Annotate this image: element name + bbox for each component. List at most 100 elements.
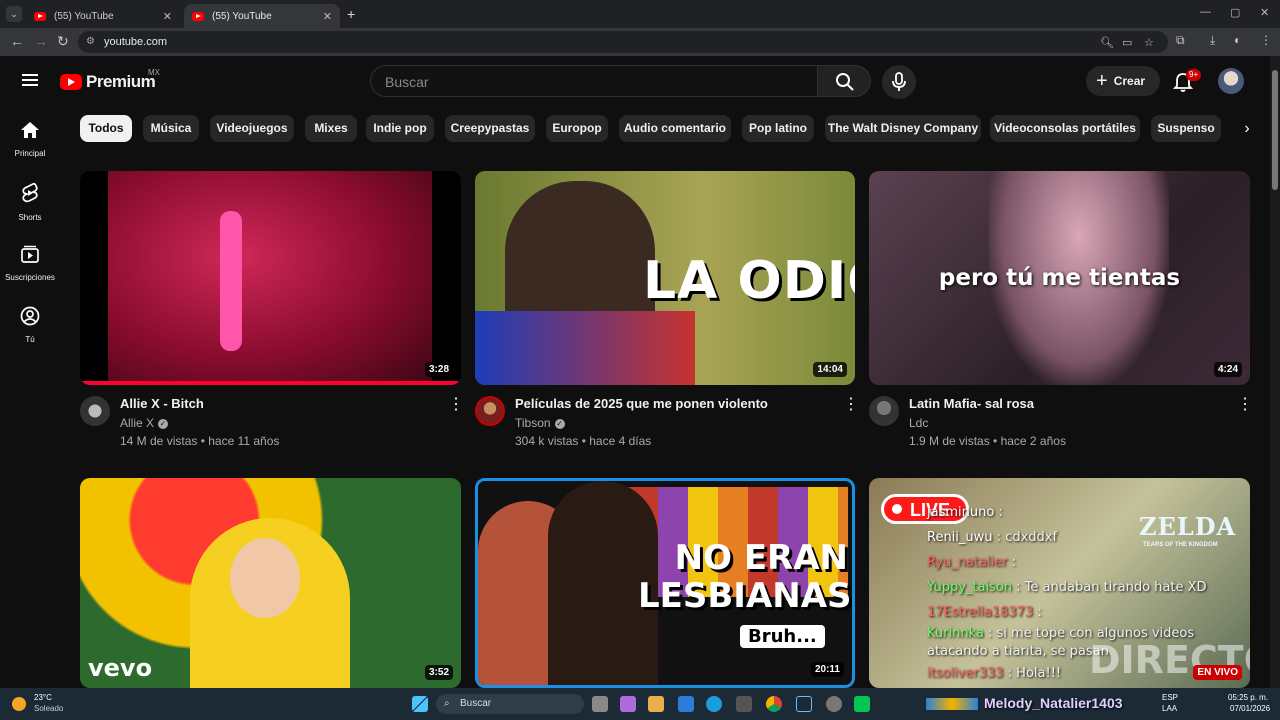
chat-user: Kurinnka [927, 626, 984, 641]
thumbnail-text: NO ERAN LESBIANAS [638, 538, 852, 616]
keyboard-layout[interactable]: LAA [1162, 704, 1177, 713]
menu-icon[interactable]: ⋮ [1260, 33, 1272, 47]
youtube-premium-logo[interactable]: Premium MX [60, 68, 160, 92]
url-text: youtube.com [104, 36, 167, 48]
taskbar-search-label: Buscar [460, 698, 492, 709]
xbox-icon[interactable] [736, 696, 752, 712]
channel-avatar[interactable] [869, 396, 899, 426]
windows-start-icon[interactable] [412, 696, 428, 712]
chip-suspenso[interactable]: Suspenso [1151, 115, 1221, 142]
windows-taskbar: 23°C Soleado ⌕ Buscar Melody_Natalier140… [0, 688, 1280, 720]
edge-icon[interactable] [706, 696, 722, 712]
forward-icon[interactable]: → [34, 33, 48, 49]
scrollbar-thumb[interactable] [1272, 70, 1278, 190]
rail-item-subscriptions[interactable]: Suscripciones [0, 244, 60, 282]
search-icon [836, 73, 854, 91]
address-bar[interactable]: ⚙ youtube.com 🔍︎ ▭ ☆ [78, 31, 1168, 53]
channel-name[interactable]: Tibson ✓ [515, 416, 565, 430]
taskbar-search[interactable]: ⌕ Buscar [436, 694, 584, 714]
create-button[interactable]: + Crear [1086, 66, 1160, 96]
task-view-icon[interactable] [592, 696, 608, 712]
verified-icon: ✓ [554, 418, 565, 429]
video-thumbnail-3[interactable]: pero tú me tientas 4:24 [869, 171, 1250, 385]
video-thumbnail-2[interactable]: LA ODIO 14:04 [475, 171, 855, 385]
chrome-icon[interactable] [766, 696, 782, 712]
download-icon[interactable]: ⤓ [1210, 33, 1215, 48]
chip-indie-pop[interactable]: Indie pop [366, 115, 434, 142]
chip-europop[interactable]: Europop [546, 115, 608, 142]
chip-mixes[interactable]: Mixes [305, 115, 357, 142]
reload-icon[interactable]: ↻ [57, 33, 69, 50]
cast-icon[interactable]: ▭ [1122, 36, 1132, 49]
rail-item-you[interactable]: Tú [0, 306, 60, 344]
chip-todos[interactable]: Todos [80, 115, 132, 142]
search-button[interactable] [817, 65, 871, 97]
chat-message: cdxddxf [1005, 530, 1058, 545]
browser-tab-2[interactable]: (55) YouTube ✕ [184, 4, 340, 28]
chip-walt-disney[interactable]: The Walt Disney Company [825, 115, 981, 142]
chevron-right-icon[interactable]: › [1234, 115, 1260, 142]
voice-search-button[interactable] [882, 65, 916, 99]
channel-name[interactable]: Allie X ✓ [120, 416, 169, 430]
thumbnail-face [230, 538, 300, 618]
obs-icon[interactable] [826, 696, 842, 712]
video-thumbnail-6[interactable]: ZELDA TEARS OF THE KINGDOM LIVE jasminun… [869, 478, 1250, 688]
thumbnail-subtext: Bruh... [740, 625, 825, 648]
account-avatar[interactable] [1218, 68, 1244, 94]
chip-videojuegos[interactable]: Videojuegos [210, 115, 294, 142]
chip-audio-comentario[interactable]: Audio comentario [619, 115, 731, 142]
tab-title: (55) YouTube [212, 10, 272, 22]
microsoft-store-icon[interactable] [678, 696, 694, 712]
copilot-icon[interactable] [620, 696, 636, 712]
chip-pop-latino[interactable]: Pop latino [742, 115, 814, 142]
weather-sun-icon[interactable] [12, 697, 26, 711]
video-thumbnail-5[interactable]: NO ERAN LESBIANAS Bruh... 20:11 [475, 478, 855, 688]
channel-avatar[interactable] [475, 396, 505, 426]
minimize-icon[interactable]: — [1200, 6, 1211, 18]
chip-musica[interactable]: Música [143, 115, 199, 142]
back-icon[interactable]: ← [10, 33, 24, 49]
steam-icon[interactable] [796, 696, 812, 712]
more-options-icon[interactable]: ⋮ [1237, 394, 1253, 414]
channel-name[interactable]: Ldc [909, 416, 928, 430]
clock-date[interactable]: 07/01/2026 [1230, 704, 1270, 713]
new-tab-icon[interactable]: + [347, 6, 355, 22]
chat-line: 17Estrella18373 : [927, 605, 1042, 620]
rail-item-shorts[interactable]: Shorts [0, 182, 60, 222]
chip-creepypastas[interactable]: Creepypastas [445, 115, 535, 142]
file-explorer-icon[interactable] [648, 696, 664, 712]
bookmark-star-icon[interactable]: ☆ [1144, 36, 1154, 49]
language-code[interactable]: ESP [1162, 693, 1178, 702]
close-tab-icon[interactable]: ✕ [323, 10, 332, 23]
chat-user: itsoliver333 [927, 666, 1004, 681]
zoom-icon[interactable]: 🔍︎ [1100, 36, 1114, 49]
hamburger-menu-icon[interactable] [22, 74, 38, 86]
chat-line: Ryu_natalier : [927, 555, 1017, 570]
clock-time[interactable]: 05:25 p. m. [1228, 693, 1268, 702]
search-input[interactable]: Buscar [370, 65, 818, 97]
rail-item-home[interactable]: Principal [0, 120, 60, 158]
more-options-icon[interactable]: ⋮ [843, 394, 859, 414]
video-thumbnail-4[interactable]: vevo 3:52 [80, 478, 461, 688]
browser-tab-1[interactable]: (55) YouTube ✕ [26, 4, 180, 28]
rail-label: Principal [14, 149, 46, 158]
maximize-icon[interactable]: ▢ [1230, 6, 1240, 19]
page-scrollbar[interactable] [1270, 56, 1280, 688]
notifications-badge: 9+ [1186, 69, 1202, 81]
video-title[interactable]: Latin Mafia- sal rosa [909, 396, 1034, 411]
kick-icon[interactable] [854, 696, 870, 712]
video-title[interactable]: Allie X - Bitch [120, 396, 204, 411]
chip-videoconsolas[interactable]: Videoconsolas portátiles [990, 115, 1140, 142]
more-options-icon[interactable]: ⋮ [448, 394, 464, 414]
channel-name-text: Tibson [515, 416, 551, 430]
video-thumbnail-1[interactable]: 3:28 [80, 171, 461, 385]
extensions-icon[interactable]: ⧉ [1176, 33, 1185, 48]
tray-icons[interactable] [926, 698, 978, 710]
site-info-icon[interactable]: ⚙ [86, 36, 98, 48]
tab-search-icon[interactable]: ⌄ [6, 6, 22, 22]
close-window-icon[interactable]: ✕ [1260, 6, 1269, 19]
close-tab-icon[interactable]: ✕ [163, 10, 172, 23]
video-title[interactable]: Películas de 2025 que me ponen violento [515, 396, 768, 411]
profile-icon[interactable]: ◐ [1234, 33, 1241, 47]
channel-avatar[interactable] [80, 396, 110, 426]
